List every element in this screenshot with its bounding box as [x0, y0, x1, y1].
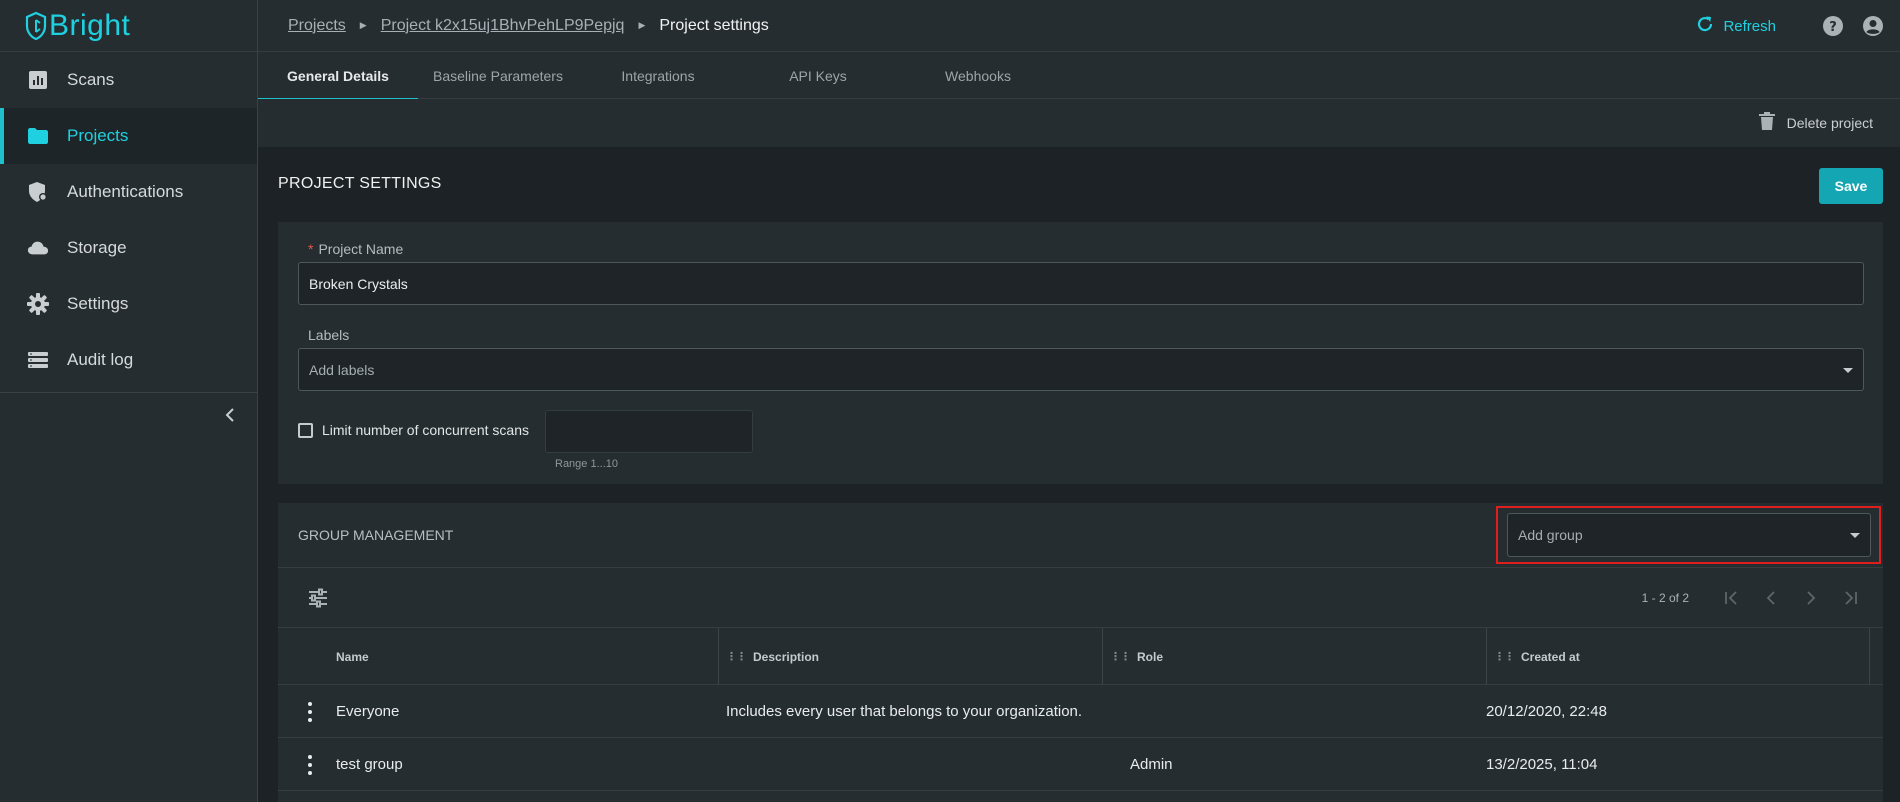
delete-project-button[interactable]: Delete project	[1758, 112, 1873, 134]
cloud-icon	[27, 237, 49, 259]
required-asterisk: *	[308, 241, 314, 257]
main-content: PROJECT SETTINGS Save *Project Name Labe…	[258, 147, 1900, 802]
breadcrumb-project-link[interactable]: Project k2x15uj1BhvPehLP9Pepjq	[381, 17, 625, 35]
column-header-description[interactable]: ⋮⋮ Description	[718, 628, 1102, 685]
table-row[interactable]: test group Admin 13/2/2025, 11:04	[278, 738, 1883, 791]
sidebar-item-authentications[interactable]: Authentications	[0, 164, 257, 220]
gear-icon	[27, 293, 49, 315]
sidebar-item-label: Audit log	[67, 350, 134, 369]
last-page-icon[interactable]	[1831, 583, 1871, 613]
save-button[interactable]: Save	[1819, 168, 1883, 204]
sidebar: Bright Scans Projects Authentications St…	[0, 0, 258, 802]
sidebar-item-label: Projects	[67, 126, 129, 145]
limit-scans-label: Limit number of concurrent scans	[322, 422, 529, 438]
logo[interactable]: Bright	[0, 0, 257, 52]
collapse-sidebar-button[interactable]	[222, 405, 238, 425]
sidebar-item-label: Scans	[67, 70, 115, 89]
limit-scans-checkbox[interactable]	[298, 422, 313, 438]
drag-handle-icon[interactable]: ⋮⋮	[1494, 650, 1515, 663]
cell-name: Everyone	[336, 703, 400, 720]
group-management-card: GROUP MANAGEMENT Add group 1 - 2 of 2 Na…	[278, 503, 1883, 802]
table-header: Name ⋮⋮ Description ⋮⋮ Role ⋮⋮ Created at	[278, 628, 1883, 685]
refresh-label: Refresh	[1723, 17, 1776, 35]
group-management-header: GROUP MANAGEMENT Add group	[278, 503, 1883, 568]
first-page-icon[interactable]	[1711, 583, 1751, 613]
labels-placeholder: Add labels	[309, 361, 375, 378]
account-icon[interactable]	[1862, 15, 1884, 37]
labels-label: Labels	[308, 327, 350, 343]
drag-handle-icon[interactable]: ⋮⋮	[1110, 650, 1131, 663]
group-management-title: GROUP MANAGEMENT	[298, 527, 454, 543]
help-icon[interactable]: ?	[1822, 15, 1844, 37]
svg-text:?: ?	[1829, 20, 1837, 35]
refresh-icon	[1696, 15, 1714, 37]
column-header-created-at[interactable]: ⋮⋮ Created at	[1486, 628, 1870, 685]
folder-icon	[27, 125, 49, 147]
labels-select[interactable]: Add labels	[298, 348, 1864, 391]
breadcrumb-separator-icon: ▶	[638, 20, 646, 30]
sidebar-item-settings[interactable]: Settings	[0, 276, 257, 332]
sidebar-item-audit-log[interactable]: Audit log	[0, 332, 257, 388]
project-settings-card: *Project Name Labels Add labels Limit nu…	[278, 222, 1883, 484]
concurrent-scans-input[interactable]	[545, 410, 753, 453]
add-group-select[interactable]: Add group	[1507, 513, 1871, 557]
bar-chart-icon	[27, 69, 49, 91]
shield-icon	[27, 181, 49, 203]
logo-text: Bright	[49, 8, 131, 42]
list-icon	[27, 349, 49, 371]
drag-handle-icon[interactable]: ⋮⋮	[726, 650, 747, 663]
pagination: 1 - 2 of 2	[1642, 568, 1871, 628]
cell-name: test group	[336, 756, 403, 773]
next-page-icon[interactable]	[1791, 583, 1831, 613]
tab-general-details[interactable]: General Details	[258, 52, 418, 100]
chevron-left-icon	[225, 408, 234, 422]
range-hint: Range 1...10	[555, 458, 618, 470]
add-group-placeholder: Add group	[1518, 527, 1583, 543]
project-name-input[interactable]	[298, 262, 1864, 305]
breadcrumb-separator-icon: ▶	[359, 20, 367, 30]
table-toolbar: 1 - 2 of 2	[278, 568, 1883, 628]
previous-page-icon[interactable]	[1751, 583, 1791, 613]
cell-role: Admin	[1130, 756, 1173, 773]
pagination-range: 1 - 2 of 2	[1641, 591, 1689, 605]
breadcrumb: Projects ▶ Project k2x15uj1BhvPehLP9Pepj…	[258, 17, 769, 35]
delete-project-label: Delete project	[1786, 115, 1873, 131]
sidebar-item-projects[interactable]: Projects	[0, 108, 257, 164]
bright-logo-icon	[25, 11, 47, 40]
trash-icon	[1758, 112, 1775, 134]
chevron-down-icon	[1850, 533, 1860, 538]
breadcrumb-current: Project settings	[659, 16, 769, 34]
top-bar: Projects ▶ Project k2x15uj1BhvPehLP9Pepj…	[258, 0, 1900, 52]
tab-api-keys[interactable]: API Keys	[738, 52, 898, 99]
column-header-name[interactable]: Name	[336, 628, 756, 685]
tab-baseline-parameters[interactable]: Baseline Parameters	[418, 52, 578, 99]
sidebar-item-label: Settings	[67, 294, 129, 313]
action-row: Delete project	[258, 99, 1900, 147]
breadcrumb-projects-link[interactable]: Projects	[288, 17, 346, 35]
cell-created-at: 20/12/2020, 22:48	[1486, 703, 1607, 720]
column-settings-icon[interactable]	[308, 588, 328, 608]
cell-created-at: 13/2/2025, 11:04	[1486, 756, 1598, 773]
tab-integrations[interactable]: Integrations	[578, 52, 738, 99]
settings-tabs: General Details Baseline Parameters Inte…	[258, 52, 1900, 100]
project-name-label: * Project Name	[308, 241, 404, 257]
column-header-role[interactable]: ⋮⋮ Role	[1102, 628, 1486, 685]
row-menu-icon[interactable]	[306, 755, 314, 775]
sidebar-item-scans[interactable]: Scans	[0, 52, 257, 108]
page-title: PROJECT SETTINGS	[278, 175, 442, 192]
sidebar-item-storage[interactable]: Storage	[0, 220, 257, 276]
table-row[interactable]: Everyone Includes every user that belong…	[278, 685, 1883, 738]
sidebar-item-label: Authentications	[67, 182, 184, 201]
sidebar-item-label: Storage	[67, 238, 127, 257]
row-menu-icon[interactable]	[306, 702, 314, 722]
limit-scans-row: Limit number of concurrent scans	[298, 422, 529, 438]
chevron-down-icon	[1843, 367, 1853, 373]
refresh-button[interactable]: Refresh	[1696, 15, 1776, 37]
tab-webhooks[interactable]: Webhooks	[898, 52, 1058, 99]
cell-description: Includes every user that belongs to your…	[726, 703, 1083, 720]
